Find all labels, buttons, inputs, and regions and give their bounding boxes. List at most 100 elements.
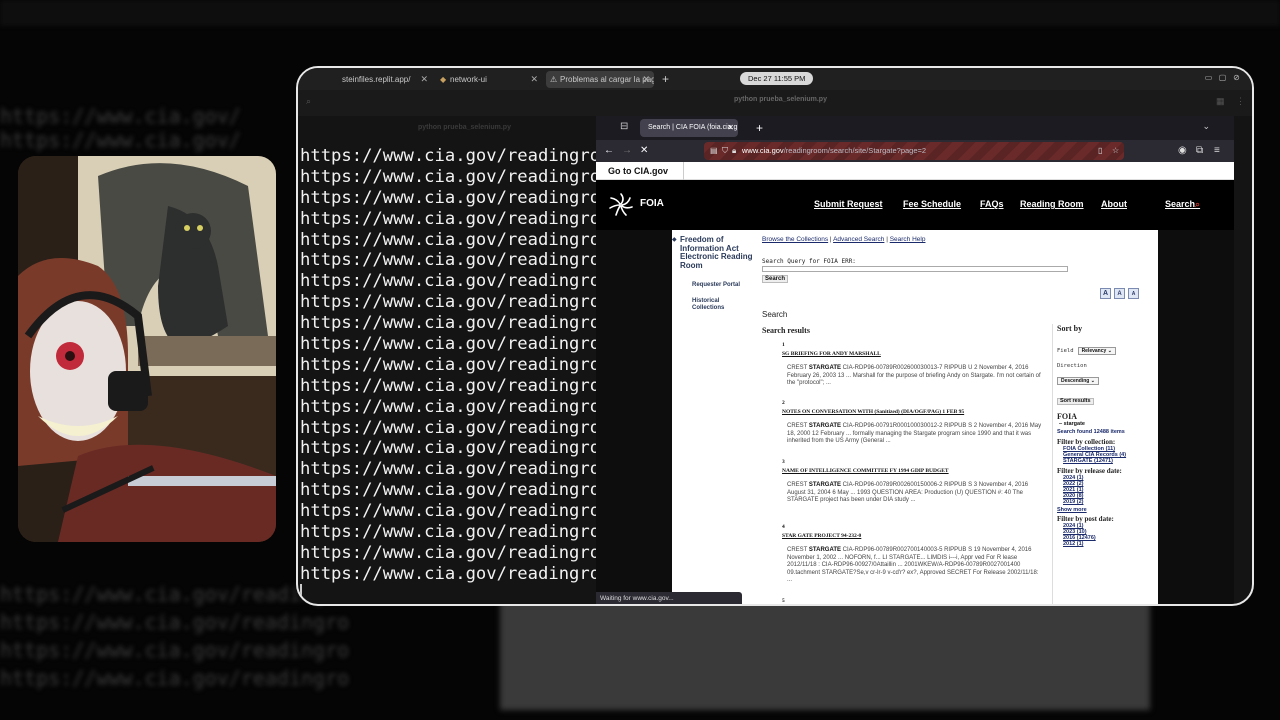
terminal-line: https://www.cia.gov/readingroom bbox=[300, 522, 596, 543]
background-topbar bbox=[0, 0, 1280, 26]
nav-faqs[interactable]: FAQs bbox=[980, 199, 1004, 209]
result-number: 2 bbox=[782, 400, 785, 406]
os-tab-label: network-ui bbox=[450, 75, 487, 84]
sidebar-icon[interactable]: ⊟ bbox=[620, 121, 628, 132]
cia-utility-bar: Go to CIA.gov bbox=[596, 162, 1234, 180]
search-button[interactable]: Search bbox=[762, 275, 789, 283]
back-icon[interactable]: ← bbox=[604, 144, 614, 158]
terminal-line: https://www.cia.gov/readingroom bbox=[300, 480, 596, 501]
font-size-large-button[interactable]: A bbox=[1100, 288, 1111, 299]
results-heading: Search results bbox=[762, 326, 810, 335]
result-title-link[interactable]: STAR GATE PROJECT 94-232-0 bbox=[782, 533, 1052, 539]
os-tab-active[interactable]: ⚠ Problemas al cargar la pagin ✕ bbox=[546, 71, 654, 88]
results-count: Search found 12488 items bbox=[1057, 429, 1125, 435]
nav-about[interactable]: About bbox=[1101, 199, 1127, 209]
terminal-line: https://www.cia.gov/readingroom bbox=[300, 417, 596, 438]
result-title-link[interactable]: NAME OF INTELLIGENCE COMMITTEE FY 1994 G… bbox=[782, 468, 1052, 474]
close-icon[interactable]: ✕ bbox=[530, 71, 538, 88]
nav-search[interactable]: Search⌕ bbox=[1165, 199, 1200, 210]
result-item: 2 NOTES ON CONVERSATION WITH (Sanitized)… bbox=[762, 400, 1052, 446]
close-icon[interactable]: ✕ bbox=[420, 71, 428, 88]
field-select[interactable]: Relevancy ⌄ bbox=[1077, 347, 1116, 355]
filter-collection-link[interactable]: STARGATE (12471) bbox=[1063, 458, 1143, 464]
background-text: https://www.cia.gov/ bbox=[0, 128, 241, 152]
result-snippet: CREST STARGATE CIA-RDP96-00791R000100030… bbox=[787, 423, 1045, 446]
star-icon[interactable]: ☆ bbox=[1112, 142, 1119, 160]
menu-icon[interactable]: ≡ bbox=[1214, 144, 1220, 158]
reader-icon[interactable]: ▤ bbox=[710, 142, 718, 160]
grid-icon[interactable]: ▦ bbox=[1216, 96, 1225, 107]
minimize-icon[interactable]: ▭ bbox=[1204, 73, 1213, 82]
field-select-value: Relevancy bbox=[1081, 348, 1107, 354]
direction-select-value: Descending bbox=[1061, 378, 1090, 384]
os-tab[interactable]: steinfiles.replit.app/ ✕ bbox=[328, 71, 432, 88]
terminal-line: https://www.cia.gov/readingroom bbox=[300, 187, 596, 208]
font-size-small-button[interactable]: A bbox=[1128, 288, 1139, 299]
clock[interactable]: Dec 27 11:55 PM bbox=[740, 72, 814, 85]
browser-tab-bar: ⊟ Search | CIA FOIA (foia.cia.g ✕ + ⌄ bbox=[596, 116, 1234, 140]
terminal-line: https://www.cia.gov/readingroom bbox=[300, 375, 596, 396]
stop-loading-icon[interactable]: ✕ bbox=[640, 144, 648, 158]
forward-icon[interactable]: → bbox=[622, 144, 632, 158]
lock-icon: 🔒︎ bbox=[732, 146, 737, 155]
browse-collections-link[interactable]: Browse the Collections bbox=[762, 236, 828, 243]
menu-dots-icon[interactable]: ⋮ bbox=[1236, 96, 1245, 107]
url-bar[interactable]: ▤ ⛉ 🔒︎ www.cia.gov/readingroom/search/si… bbox=[704, 142, 1124, 160]
snippet-highlight: STARGATE bbox=[808, 547, 842, 553]
terminal-line: https://www.cia.gov/readingroom bbox=[300, 166, 596, 187]
browser-tab-active[interactable]: Search | CIA FOIA (foia.cia.g ✕ bbox=[640, 119, 738, 137]
goto-cia-link[interactable]: Go to CIA.gov bbox=[596, 162, 684, 180]
filter-release-link[interactable]: 2019 (2) bbox=[1063, 499, 1158, 505]
terminal-line: https://www.cia.gov/readingroom bbox=[300, 229, 596, 250]
filter-release-heading: Filter by release date: bbox=[1057, 467, 1122, 475]
search-query-input[interactable] bbox=[762, 266, 1068, 272]
search-query-label: Search Query for FOIA ERR: bbox=[762, 258, 856, 265]
result-title-link[interactable]: SG BRIEFING FOR ANDY MARSHALL bbox=[782, 351, 1052, 357]
close-icon[interactable]: ✕ bbox=[727, 119, 734, 137]
nav-historical-collections[interactable]: Historical Collections bbox=[692, 298, 752, 312]
direction-select[interactable]: Descending ⌄ bbox=[1057, 377, 1099, 385]
terminal-line: https://www.cia.gov/readingroom bbox=[300, 396, 596, 417]
page-icon[interactable]: ▯ bbox=[1098, 142, 1102, 160]
close-window-icon[interactable]: ⊘ bbox=[1232, 73, 1241, 82]
filter-post-link[interactable]: 2012 (1) bbox=[1063, 541, 1158, 547]
minus-icon[interactable]: ‒ bbox=[1059, 421, 1062, 427]
shield-icon[interactable]: ⛉ bbox=[722, 142, 728, 160]
result-snippet: CREST STARGATE CIA-RDP96-00789R002600030… bbox=[787, 365, 1045, 388]
sort-results-button[interactable]: Sort results bbox=[1057, 398, 1094, 405]
url-path: /readingroom/search/site/Stargate?page=2 bbox=[783, 146, 927, 155]
nav-foia-err[interactable]: Freedom of Information Act Electronic Re… bbox=[680, 235, 760, 270]
font-size-medium-button[interactable]: A bbox=[1114, 288, 1125, 299]
search-icon[interactable]: ⌕ bbox=[306, 96, 311, 107]
nav-requester-portal[interactable]: Requester Portal bbox=[692, 282, 752, 289]
result-snippet: CREST STARGATE CIA-RDP96-00789R002600150… bbox=[787, 482, 1045, 505]
advanced-search-link[interactable]: Advanced Search bbox=[833, 236, 884, 243]
os-tab-label: steinfiles.replit.app/ bbox=[342, 75, 411, 84]
snippet-highlight: STARGATE bbox=[808, 423, 842, 429]
nav-submit-request[interactable]: Submit Request bbox=[814, 199, 883, 209]
filter-collection-heading: Filter by collection: bbox=[1057, 438, 1116, 446]
terminal-line: https://www.cia.gov/readingroom bbox=[300, 271, 596, 292]
desktop-window: steinfiles.replit.app/ ✕ ◆ network-ui ✕ … bbox=[296, 66, 1254, 606]
terminal-line: https://www.cia.gov/readingroom bbox=[300, 459, 596, 480]
chevron-down-icon[interactable]: ⌄ bbox=[1202, 121, 1210, 132]
terminal-line: https://www.cia.gov/readingroom bbox=[300, 501, 596, 522]
os-tab[interactable]: ◆ network-ui ✕ bbox=[436, 71, 542, 88]
result-title-link[interactable]: NOTES ON CONVERSATION WITH (Sanitized) (… bbox=[782, 409, 1052, 415]
snippet-prefix: CREST bbox=[787, 547, 809, 553]
browser-status-bar: Waiting for www.cia.gov... bbox=[596, 592, 742, 604]
nav-reading-room[interactable]: Reading Room bbox=[1020, 199, 1084, 209]
new-tab-icon[interactable]: + bbox=[756, 120, 763, 136]
show-more-link[interactable]: Show more bbox=[1057, 507, 1158, 513]
new-tab-icon[interactable]: + bbox=[662, 71, 669, 88]
extensions-icon[interactable]: ⧉ bbox=[1196, 144, 1203, 158]
close-icon[interactable]: ✕ bbox=[642, 71, 650, 88]
nav-fee-schedule[interactable]: Fee Schedule bbox=[903, 199, 961, 209]
account-icon[interactable]: ◉ bbox=[1178, 144, 1187, 158]
terminal-cursor bbox=[300, 584, 302, 600]
maximize-icon[interactable]: ▢ bbox=[1218, 73, 1227, 82]
result-number: 5 bbox=[782, 598, 785, 604]
terminal-output[interactable]: https://www.cia.gov/readingroom https://w… bbox=[300, 146, 596, 586]
search-help-link[interactable]: Search Help bbox=[890, 236, 926, 243]
snippet-prefix: CREST bbox=[787, 423, 809, 429]
